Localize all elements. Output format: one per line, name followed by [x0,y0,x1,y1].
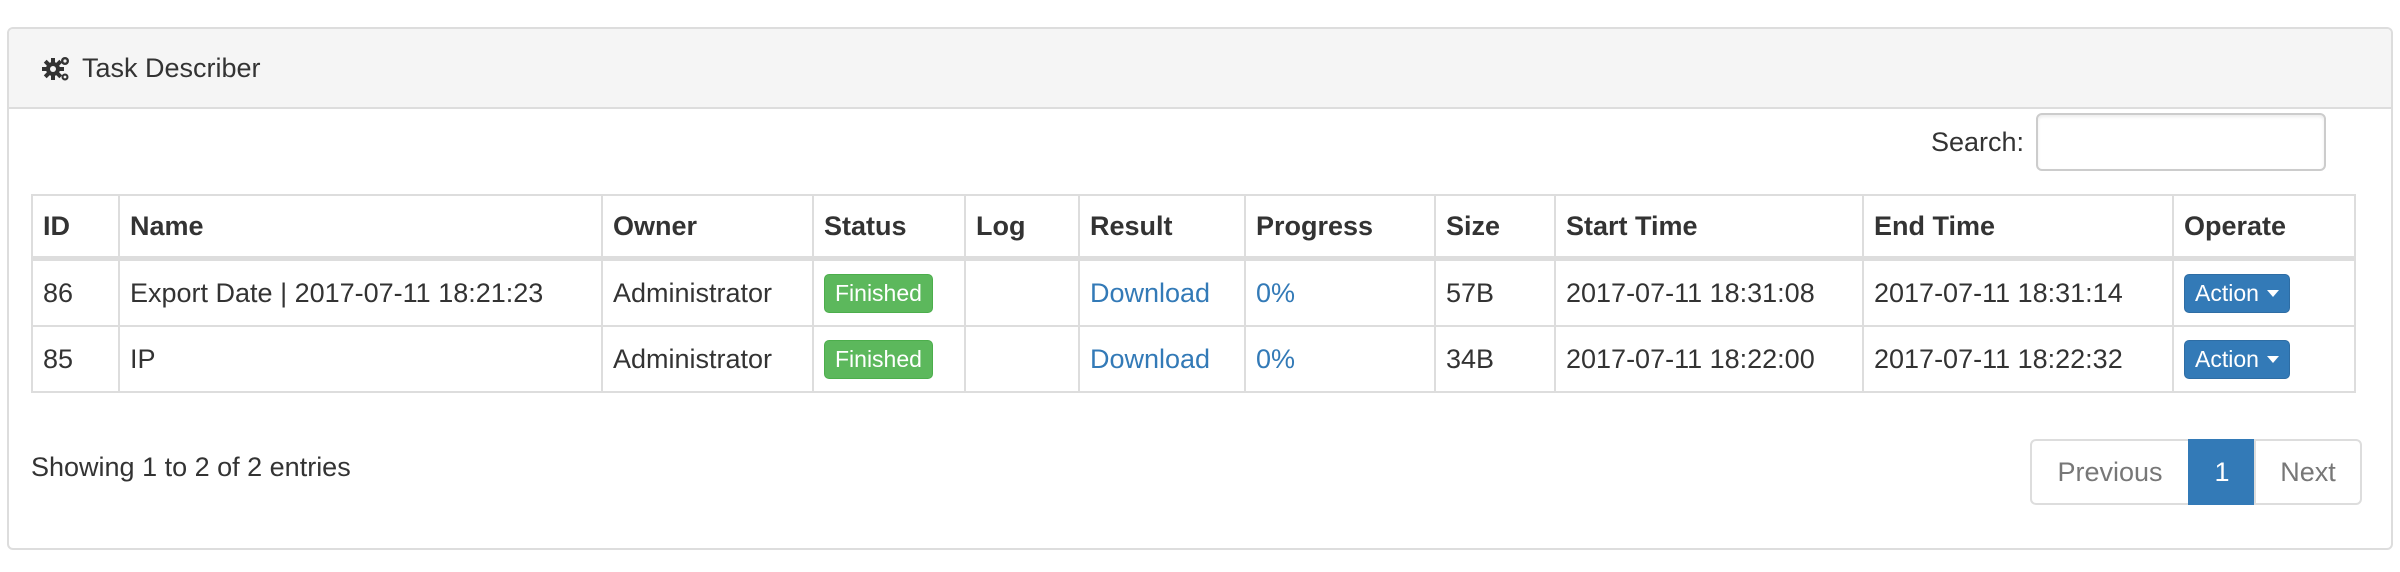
cell-id: 85 [31,325,120,393]
cell-status: Finished [812,257,966,327]
cell-progress: 0% [1244,325,1436,393]
search-row: Search: [1931,113,2326,171]
table-info: Showing 1 to 2 of 2 entries [31,452,351,482]
cell-end-time: 2017-07-11 18:31:14 [1862,257,2174,327]
action-button-label: Action [2195,345,2259,372]
column-header-result[interactable]: Result [1078,194,1246,261]
cell-result: Download [1078,325,1246,393]
cell-name: IP [118,325,603,393]
action-button-label: Action [2195,279,2259,306]
download-link[interactable]: Download [1090,344,1210,374]
pagination: Previous 1 Next [2030,439,2362,505]
cell-size: 57B [1434,257,1556,327]
column-header-start-time[interactable]: Start Time [1554,194,1864,261]
column-header-log[interactable]: Log [964,194,1080,261]
panel-title: Task Describer [82,52,261,83]
cell-status: Finished [812,325,966,393]
table-row: 85 IP Administrator Finished Download 0%… [31,325,2356,393]
table-row: 86 Export Date | 2017-07-11 18:21:23 Adm… [31,257,2356,327]
cell-owner: Administrator [601,325,814,393]
progress-link[interactable]: 0% [1256,278,1295,308]
column-header-end-time[interactable]: End Time [1862,194,2174,261]
progress-link[interactable]: 0% [1256,344,1295,374]
status-badge: Finished [824,273,933,313]
download-link[interactable]: Download [1090,278,1210,308]
caret-down-icon [2266,355,2279,363]
table-header-row: ID Name Owner Status Log Result Progress… [31,194,2356,261]
cell-size: 34B [1434,325,1556,393]
cell-operate: Action [2172,325,2356,393]
pagination-page-1[interactable]: 1 [2188,439,2256,505]
cell-end-time: 2017-07-11 18:22:32 [1862,325,2174,393]
cell-name: Export Date | 2017-07-11 18:21:23 [118,257,603,327]
task-table: ID Name Owner Status Log Result Progress… [31,194,2356,393]
gears-icon [42,53,72,83]
cell-log [964,325,1080,393]
column-header-progress[interactable]: Progress [1244,194,1436,261]
cell-start-time: 2017-07-11 18:31:08 [1554,257,1864,327]
cell-owner: Administrator [601,257,814,327]
cell-progress: 0% [1244,257,1436,327]
panel-heading: Task Describer [9,29,2391,109]
action-dropdown-button[interactable]: Action [2184,339,2290,379]
column-header-operate[interactable]: Operate [2172,194,2356,261]
pagination-previous[interactable]: Previous [2030,439,2190,505]
status-badge: Finished [824,339,933,379]
search-input[interactable] [2036,113,2326,171]
cell-operate: Action [2172,257,2356,327]
search-label: Search: [1930,126,2024,157]
pagination-next[interactable]: Next [2254,439,2362,505]
cell-result: Download [1078,257,1246,327]
column-header-owner[interactable]: Owner [601,194,814,261]
cell-id: 86 [31,257,120,327]
column-header-size[interactable]: Size [1434,194,1556,261]
column-header-id[interactable]: ID [31,194,120,261]
cell-log [964,257,1080,327]
caret-down-icon [2266,289,2279,297]
column-header-name[interactable]: Name [118,194,603,261]
cell-start-time: 2017-07-11 18:22:00 [1554,325,1864,393]
action-dropdown-button[interactable]: Action [2184,273,2290,313]
column-header-status[interactable]: Status [812,194,966,261]
